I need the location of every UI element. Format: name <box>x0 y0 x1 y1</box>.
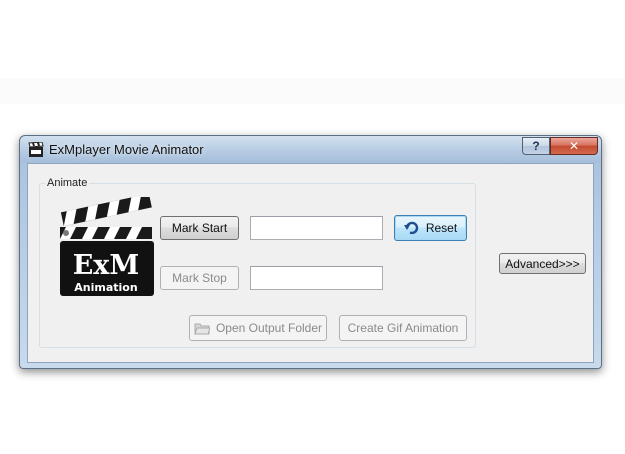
client-area: Animate ExM Animation Mark Start Reset M… <box>27 163 594 363</box>
exm-animation-logo: ExM Animation <box>60 197 154 296</box>
help-icon: ? <box>532 139 540 153</box>
reset-label: Reset <box>425 221 458 235</box>
mark-stop-button[interactable]: Mark Stop <box>160 266 239 290</box>
folder-icon <box>194 323 210 335</box>
logo-text: ExM <box>73 250 140 281</box>
background-band <box>0 78 625 104</box>
close-icon: ✕ <box>568 139 580 153</box>
open-output-folder-label: Open Output Folder <box>215 321 323 335</box>
undo-arrow-icon <box>403 221 418 235</box>
title-bar[interactable]: ExMplayer Movie Animator ? ✕ <box>20 136 601 163</box>
advanced-button[interactable]: Advanced>>> <box>499 253 586 274</box>
advanced-label: Advanced>>> <box>505 256 580 271</box>
create-gif-label: Create Gif Animation <box>347 321 459 335</box>
help-button[interactable]: ? <box>522 137 550 155</box>
app-window: ExMplayer Movie Animator ? ✕ Animate ExM… <box>19 135 602 369</box>
mark-start-label: Mark Start <box>171 221 228 235</box>
clapperboard-icon <box>28 142 44 157</box>
stop-time-field[interactable] <box>250 266 383 290</box>
open-output-folder-button[interactable]: Open Output Folder <box>189 315 327 341</box>
create-gif-button[interactable]: Create Gif Animation <box>339 315 467 341</box>
reset-button[interactable]: Reset <box>394 215 467 241</box>
start-time-field[interactable] <box>250 216 383 240</box>
logo-subtext: Animation <box>74 281 137 294</box>
mark-start-button[interactable]: Mark Start <box>160 216 239 240</box>
mark-stop-label: Mark Stop <box>172 271 227 285</box>
window-title: ExMplayer Movie Animator <box>49 142 204 157</box>
group-title: Animate <box>45 177 90 189</box>
close-button[interactable]: ✕ <box>550 137 598 155</box>
